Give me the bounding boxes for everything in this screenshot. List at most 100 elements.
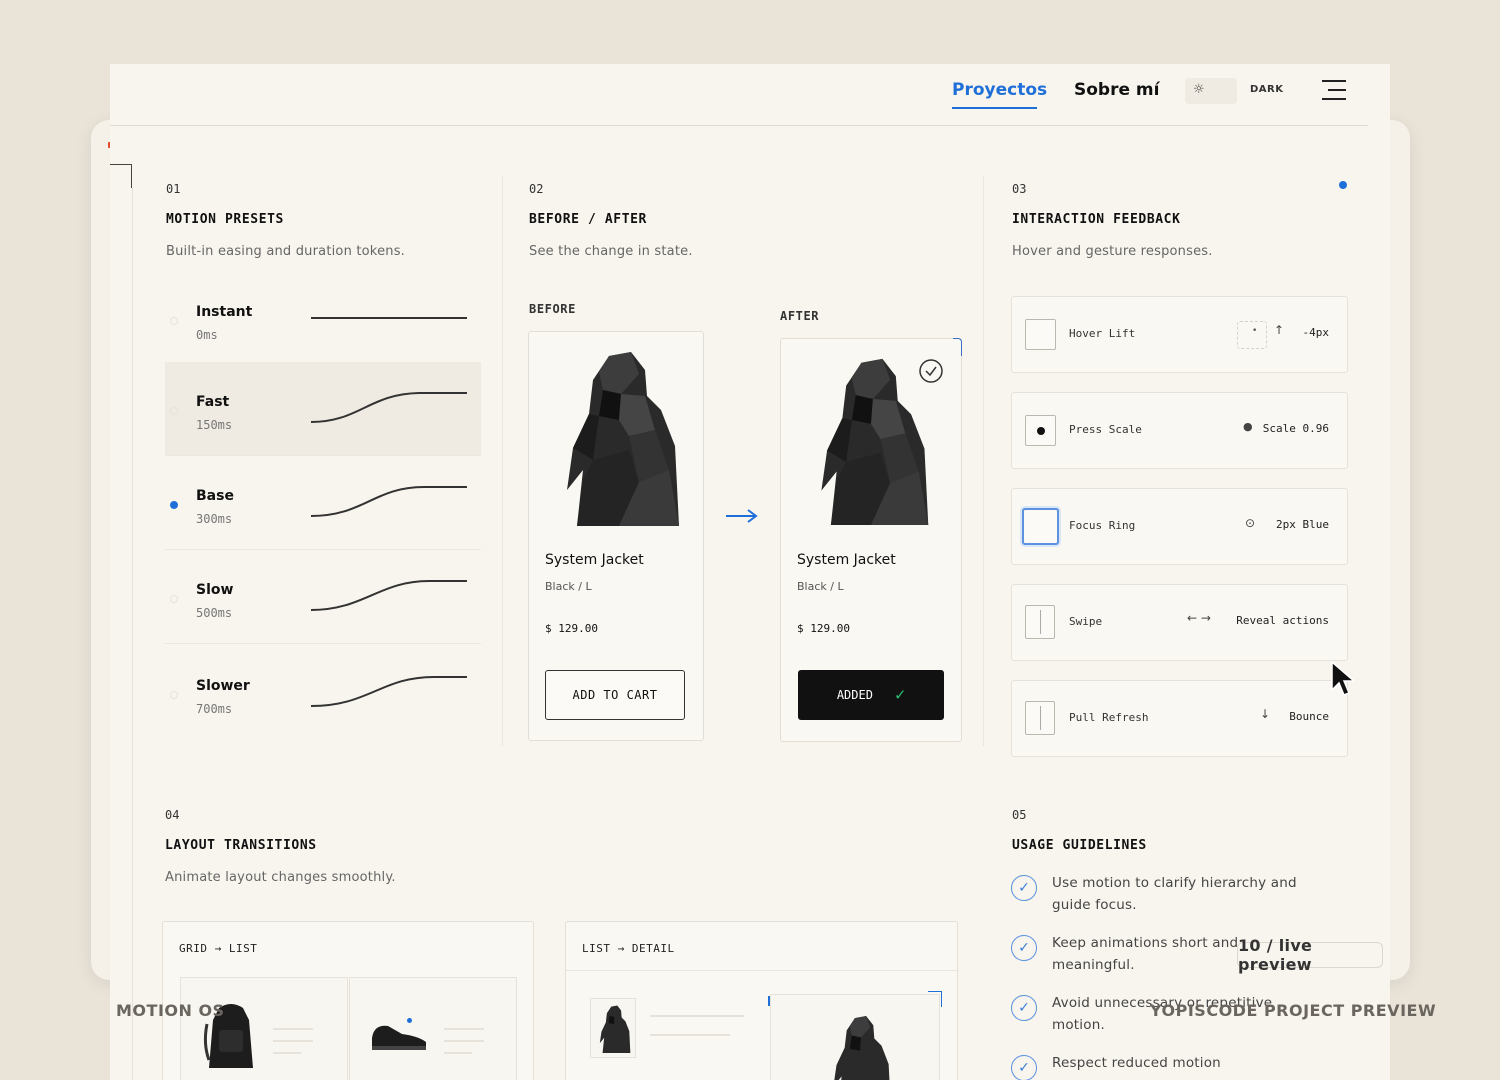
feedback-label: Focus Ring: [1069, 519, 1136, 532]
section-title-layout: LAYOUT TRANSITIONS: [165, 838, 317, 853]
target-icon: ⊙: [1245, 516, 1256, 530]
left-rail: [132, 188, 133, 1080]
demo-square-focused[interactable]: [1022, 508, 1059, 545]
preset-time: 300ms: [196, 512, 233, 526]
status-dot: [1339, 181, 1347, 189]
preset-name: Base: [196, 488, 234, 504]
nav-link-proyectos[interactable]: Proyectos: [952, 80, 1047, 100]
preset-time: 500ms: [196, 606, 233, 620]
demo-refresh-panel[interactable]: [1025, 701, 1055, 735]
layout-card-label: LIST → DETAIL: [582, 942, 675, 955]
feedback-label: Swipe: [1069, 615, 1103, 628]
corner-bracket: [110, 164, 132, 188]
preset-name: Instant: [196, 304, 253, 320]
demo-square[interactable]: [1025, 319, 1056, 350]
caption-left: MOTION OS: [116, 1001, 225, 1020]
add-to-cart-button[interactable]: ADD TO CART: [545, 670, 685, 720]
guideline-item: Respect reduced motion: [1052, 1055, 1221, 1071]
hamburger-menu-icon[interactable]: [1322, 80, 1346, 102]
blue-dot: [407, 1018, 412, 1023]
layout-card-list-detail[interactable]: LIST → DETAIL: [565, 921, 959, 1080]
nav-link-sobre-mi[interactable]: Sobre mí: [1074, 80, 1159, 100]
sun-icon[interactable]: ☼: [1193, 82, 1205, 97]
preset-time: 150ms: [196, 418, 233, 432]
detail-panel: [770, 994, 940, 1080]
feedback-label: Pull Refresh: [1069, 711, 1149, 724]
preset-row-slow[interactable]: Slow 500ms: [165, 550, 481, 644]
arrow-right-icon: [726, 509, 758, 523]
feedback-value: Reveal actions: [1236, 614, 1329, 627]
section-subtitle: Hover and gesture responses.: [1012, 244, 1213, 259]
feedback-card-press-scale[interactable]: Press Scale ● Scale 0.96: [1011, 392, 1348, 469]
section-title-feedback: INTERACTION FEEDBACK: [1012, 212, 1181, 227]
section-number: 03: [1012, 182, 1027, 196]
grid-tile-sneaker: [349, 977, 517, 1080]
easing-curve: [310, 580, 467, 611]
section-title-guidelines: USAGE GUIDELINES: [1012, 838, 1147, 853]
radio-dot-selected[interactable]: [170, 501, 178, 509]
preset-name: Slower: [196, 678, 250, 694]
check-circle-icon: ✓: [1011, 875, 1037, 901]
check-circle-icon: [919, 359, 943, 383]
feedback-card-hover-lift[interactable]: Hover Lift • ↑ -4px: [1011, 296, 1348, 373]
section-number: 04: [165, 808, 180, 822]
radio-dot[interactable]: [170, 407, 178, 415]
product-price: $ 129.00: [545, 622, 598, 635]
column-divider: [502, 176, 503, 746]
preset-row-base[interactable]: Base 300ms: [165, 456, 481, 550]
jacket-detail-image: [834, 1016, 890, 1080]
jacket-image: [821, 358, 929, 525]
product-card-after[interactable]: System Jacket Black / L $ 129.00 ADDED ✓: [780, 338, 962, 742]
section-subtitle: Built-in easing and duration tokens.: [166, 244, 406, 259]
swipe-arrows-icon: ← →: [1187, 611, 1211, 625]
product-name: System Jacket: [797, 552, 896, 568]
feedback-card-pull-refresh[interactable]: Pull Refresh ↓ Bounce: [1011, 680, 1348, 757]
feedback-label: Press Scale: [1069, 423, 1142, 436]
product-name: System Jacket: [545, 552, 644, 568]
preset-row-instant[interactable]: Instant 0ms: [165, 274, 481, 368]
grid-tile-backpack: [180, 977, 348, 1080]
live-preview-badge: 10 / live preview: [1237, 936, 1383, 974]
demo-square[interactable]: [1025, 415, 1056, 446]
easing-curve: [310, 486, 467, 517]
mouse-cursor-icon: [1331, 660, 1356, 696]
feedback-label: Hover Lift: [1069, 327, 1136, 340]
preset-row-fast[interactable]: Fast 150ms: [165, 362, 481, 456]
radio-dot[interactable]: [170, 317, 178, 325]
demo-swipe-panel[interactable]: [1025, 605, 1055, 639]
preset-row-slower[interactable]: Slower 700ms: [165, 646, 481, 740]
product-card-before[interactable]: System Jacket Black / L $ 129.00 ADD TO …: [528, 331, 704, 741]
product-variant: Black / L: [797, 580, 844, 593]
radio-dot[interactable]: [170, 595, 178, 603]
after-label: AFTER: [780, 309, 820, 323]
preset-time: 700ms: [196, 702, 233, 716]
jacket-image: [567, 352, 679, 526]
jacket-thumbnail: [599, 1005, 631, 1053]
theme-label[interactable]: DARK: [1250, 84, 1284, 95]
feedback-value: 2px Blue: [1276, 518, 1329, 531]
preview-sheet: Proyectos Sobre mí ☼ DARK 01 MOTION PRES…: [110, 64, 1390, 1080]
feedback-card-swipe[interactable]: Swipe ← → Reveal actions: [1011, 584, 1348, 661]
feedback-card-focus-ring[interactable]: Focus Ring ⊙ 2px Blue: [1011, 488, 1348, 565]
product-variant: Black / L: [545, 580, 592, 593]
sneaker-image: [372, 1025, 426, 1050]
easing-curve-linear: [311, 317, 467, 319]
caption-right: YOPISCODE PROJECT PREVIEW: [1150, 1001, 1437, 1020]
preset-name: Fast: [196, 394, 230, 410]
section-subtitle: See the change in state.: [529, 244, 693, 259]
radio-dot[interactable]: [170, 691, 178, 699]
section-number: 05: [1012, 808, 1027, 822]
section-number: 01: [166, 182, 181, 196]
check-circle-icon: ✓: [1011, 995, 1037, 1021]
easing-curve: [310, 676, 467, 707]
arrow-down-icon: ↓: [1260, 707, 1271, 721]
added-button[interactable]: ADDED ✓: [798, 670, 944, 720]
selection-corner: [953, 338, 962, 356]
feedback-value: Scale 0.96: [1262, 422, 1329, 435]
easing-curve: [310, 392, 467, 423]
nav-active-underline: [952, 107, 1037, 109]
feedback-value: -4px: [1302, 326, 1330, 339]
check-circle-icon: ✓: [1011, 935, 1037, 961]
guideline-item: Use motion to clarify hierarchy and guid…: [1052, 875, 1297, 913]
added-button-label: ADDED: [836, 688, 873, 702]
